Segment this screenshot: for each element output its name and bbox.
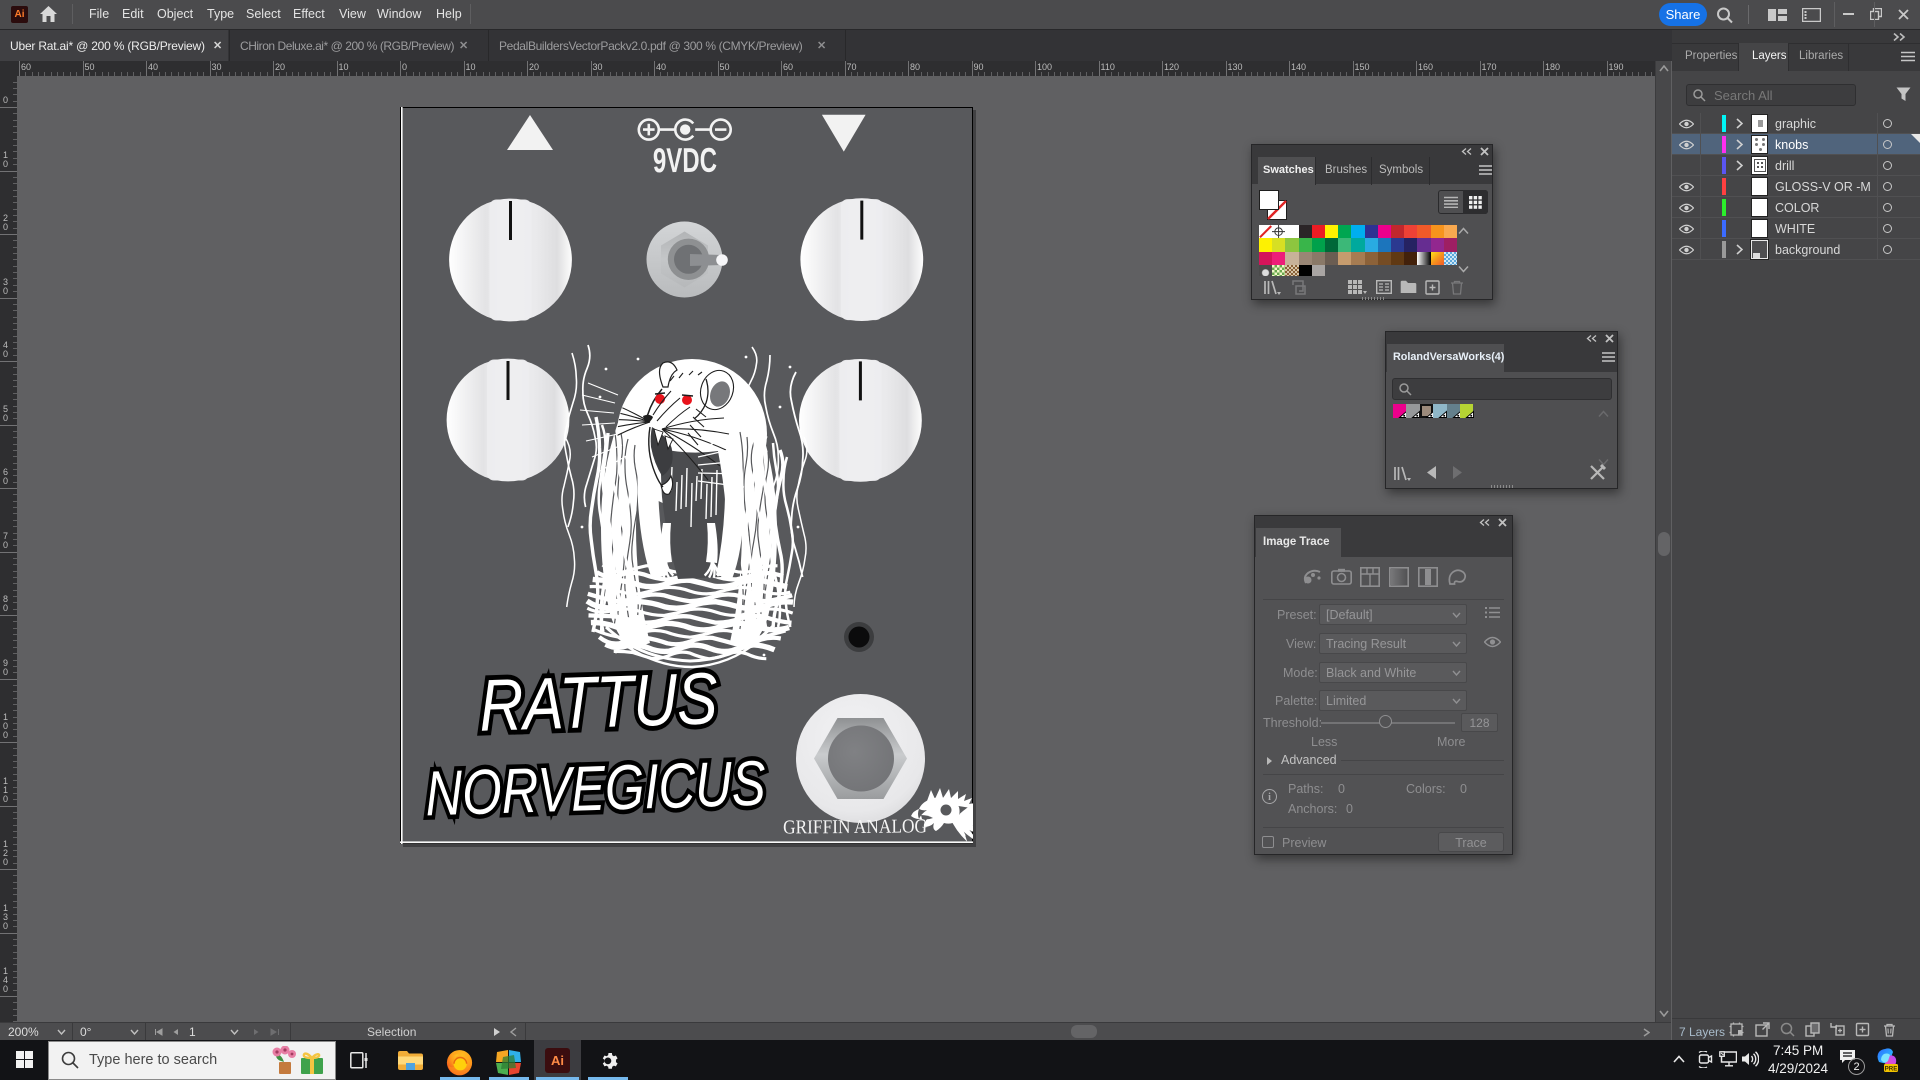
svg-text:NORVEGICUS: NORVEGICUS <box>425 748 767 830</box>
svg-text:GRIFFIN ANALOG: GRIFFIN ANALOG <box>783 815 927 837</box>
svg-text:PRE: PRE <box>1885 1066 1898 1073</box>
svg-text:9VDC: 9VDC <box>653 141 717 180</box>
svg-text:RATTUS: RATTUS <box>479 658 719 748</box>
